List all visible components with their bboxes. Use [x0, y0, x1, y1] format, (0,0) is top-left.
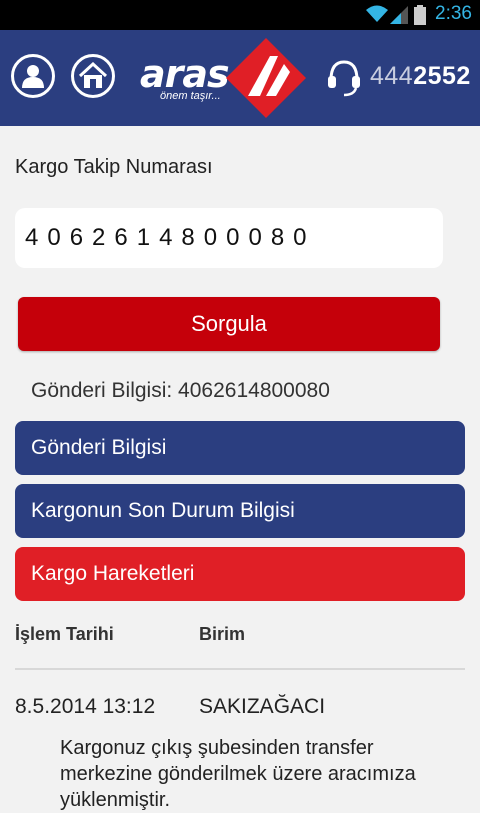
header-bar: aras önem taşır... 4442552 [0, 30, 480, 126]
home-button[interactable] [71, 54, 115, 98]
section-cargo-movements[interactable]: Kargo Hareketleri [15, 547, 465, 601]
home-icon [78, 62, 108, 88]
shipment-info-title: Gönderi Bilgisi: 4062614800080 [31, 379, 330, 402]
wifi-icon [366, 5, 388, 22]
column-header-unit: Birim [199, 624, 246, 644]
phone-prefix: 444 [370, 62, 414, 90]
tracking-number-input[interactable] [15, 208, 443, 268]
profile-button[interactable] [11, 54, 55, 98]
logo-slogan: önem taşır... [160, 90, 221, 102]
table-divider [15, 668, 465, 670]
section-shipment-info[interactable]: Gönderi Bilgisi [15, 421, 465, 475]
tracking-label: Kargo Takip Numarası [15, 156, 213, 178]
logo-emblem-icon [226, 38, 306, 118]
column-header-date: İşlem Tarihi [15, 624, 114, 644]
battery-icon [414, 5, 426, 25]
row-description: Kargonuz çıkış şubesinden transfer merke… [60, 737, 416, 811]
signal-icon [390, 6, 408, 24]
row-date: 8.5.2014 13:12 [15, 695, 156, 718]
section-last-status[interactable]: Kargonun Son Durum Bilgisi [15, 484, 465, 538]
query-button[interactable]: Sorgula [18, 297, 440, 351]
headset-icon [328, 60, 360, 97]
status-time: 2:36 [435, 3, 472, 24]
aras-logo: aras önem taşır... [140, 38, 306, 118]
user-icon [22, 65, 44, 88]
phone-suffix: 2552 [413, 62, 471, 90]
row-unit: SAKIZAĞACI [199, 695, 326, 718]
call-center-number[interactable]: 4442552 [370, 62, 471, 91]
status-bar: 2:36 [0, 0, 480, 30]
